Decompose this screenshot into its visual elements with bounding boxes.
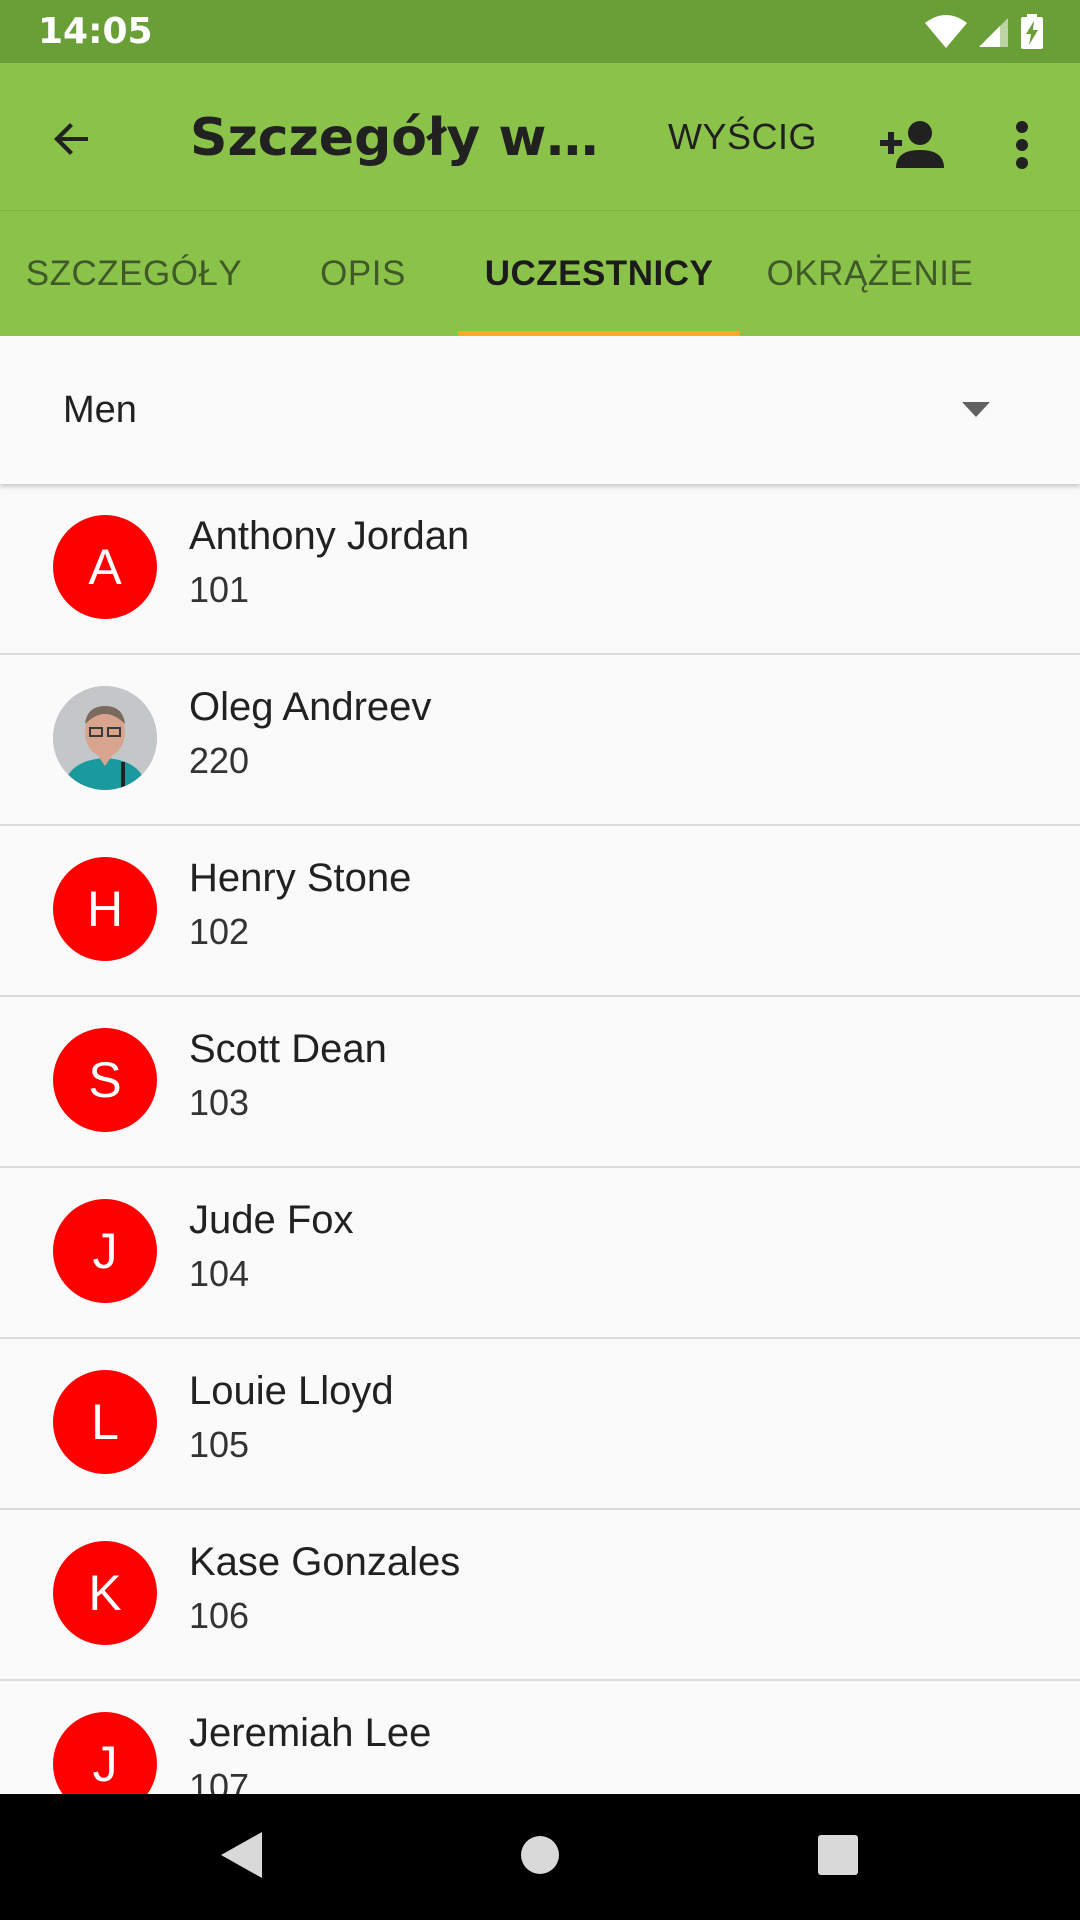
back-button[interactable] [30, 99, 114, 183]
nav-home-icon [520, 1835, 560, 1879]
list-item[interactable]: A Anthony Jordan 101 [0, 484, 1080, 655]
participant-name: Jeremiah Lee [189, 1711, 432, 1755]
avatar: J [53, 1712, 157, 1794]
avatar: J [53, 1199, 157, 1303]
nav-back-icon [218, 1830, 264, 1884]
nav-home-button[interactable] [507, 1824, 573, 1890]
list-item[interactable]: S Scott Dean 103 [0, 997, 1080, 1168]
participant-name: Oleg Andreev [189, 685, 432, 729]
nav-recents-button[interactable] [805, 1824, 871, 1890]
participant-name: Anthony Jordan [189, 514, 470, 558]
tab-participants[interactable]: UCZESTNICY [458, 211, 740, 337]
status-time: 14:05 [38, 11, 153, 52]
more-vert-icon [1014, 120, 1030, 174]
participant-number: 105 [189, 1424, 250, 1465]
back-arrow-icon [48, 115, 96, 167]
avatar: S [53, 1028, 157, 1132]
participants-list: A Anthony Jordan 101 Oleg Andreev 220 H … [0, 484, 1080, 1794]
list-item[interactable]: J Jude Fox 104 [0, 1168, 1080, 1339]
participant-number: 103 [189, 1082, 250, 1123]
list-item[interactable]: Oleg Andreev 220 [0, 655, 1080, 826]
more-options-button[interactable] [990, 107, 1054, 187]
tab-lap[interactable]: OKRĄŻENIE [740, 211, 1000, 337]
tab-details[interactable]: SZCZEGÓŁY [0, 211, 268, 337]
wifi-icon [924, 15, 968, 49]
list-item[interactable]: H Henry Stone 102 [0, 826, 1080, 997]
avatar: H [53, 857, 157, 961]
participant-number: 106 [189, 1595, 250, 1636]
page-title: Szczegóły wydarzenia [190, 108, 630, 168]
add-person-icon [880, 120, 944, 174]
nav-recents-icon [818, 1835, 858, 1879]
avatar: K [53, 1541, 157, 1645]
category-selected-value: Men [63, 389, 137, 431]
participant-name: Scott Dean [189, 1027, 387, 1071]
dropdown-arrow-icon [962, 402, 990, 422]
battery-charging-icon [1020, 14, 1044, 50]
avatar-photo [53, 686, 157, 790]
tab-description[interactable]: OPIS [268, 211, 458, 337]
participant-name: Jude Fox [189, 1198, 354, 1242]
participant-number: 102 [189, 911, 250, 952]
participant-name: Louie Lloyd [189, 1369, 394, 1413]
avatar: L [53, 1370, 157, 1474]
status-icons [924, 14, 1044, 50]
avatar: A [53, 515, 157, 619]
app-bar: Szczegóły wydarzenia WYŚCIG [0, 63, 1080, 210]
participant-name: Henry Stone [189, 856, 412, 900]
signal-icon [978, 16, 1010, 48]
nav-back-button[interactable] [208, 1824, 274, 1890]
participant-number: 107 [189, 1766, 250, 1794]
status-bar: 14:05 [0, 0, 1080, 63]
participant-name: Kase Gonzales [189, 1540, 461, 1584]
participant-number: 101 [189, 569, 250, 610]
list-item[interactable]: K Kase Gonzales 106 [0, 1510, 1080, 1681]
tab-bar: SZCZEGÓŁY OPIS UCZESTNICY OKRĄŻENIE [0, 210, 1080, 337]
participant-number: 104 [189, 1253, 250, 1294]
add-participant-button[interactable] [872, 107, 952, 187]
participant-number: 220 [189, 740, 250, 781]
category-dropdown[interactable]: Men [0, 336, 1080, 484]
race-button[interactable]: WYŚCIG [668, 113, 817, 161]
list-item[interactable]: J Jeremiah Lee 107 [0, 1681, 1080, 1794]
list-item[interactable]: L Louie Lloyd 105 [0, 1339, 1080, 1510]
system-nav-bar [0, 1794, 1080, 1920]
